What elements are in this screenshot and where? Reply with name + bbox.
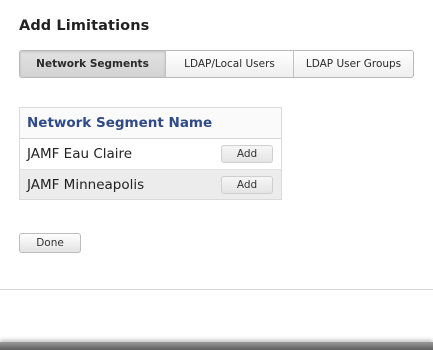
tab-ldap-local-users[interactable]: LDAP/Local Users — [166, 51, 294, 77]
window-bottom-edge — [0, 342, 433, 350]
add-button[interactable]: Add — [221, 175, 273, 194]
segment-name: JAMF Minneapolis — [27, 176, 145, 193]
done-button[interactable]: Done — [19, 233, 81, 253]
tab-network-segments[interactable]: Network Segments — [20, 51, 166, 77]
add-button[interactable]: Add — [221, 145, 273, 163]
add-limitations-panel: Add Limitations Network Segments LDAP/Lo… — [0, 0, 433, 350]
table-row: JAMF Eau Claire Add — [20, 139, 281, 169]
segment-name: JAMF Eau Claire — [27, 146, 133, 162]
network-segments-table: Network Segment Name JAMF Eau Claire Add… — [19, 107, 282, 200]
section-divider — [0, 289, 433, 290]
tab-ldap-user-groups[interactable]: LDAP User Groups — [294, 51, 413, 77]
tab-bar: Network Segments LDAP/Local Users LDAP U… — [19, 50, 414, 78]
page-title: Add Limitations — [19, 18, 150, 34]
column-header-network-segment-name: Network Segment Name — [20, 108, 281, 139]
table-row: JAMF Minneapolis Add — [20, 169, 281, 199]
